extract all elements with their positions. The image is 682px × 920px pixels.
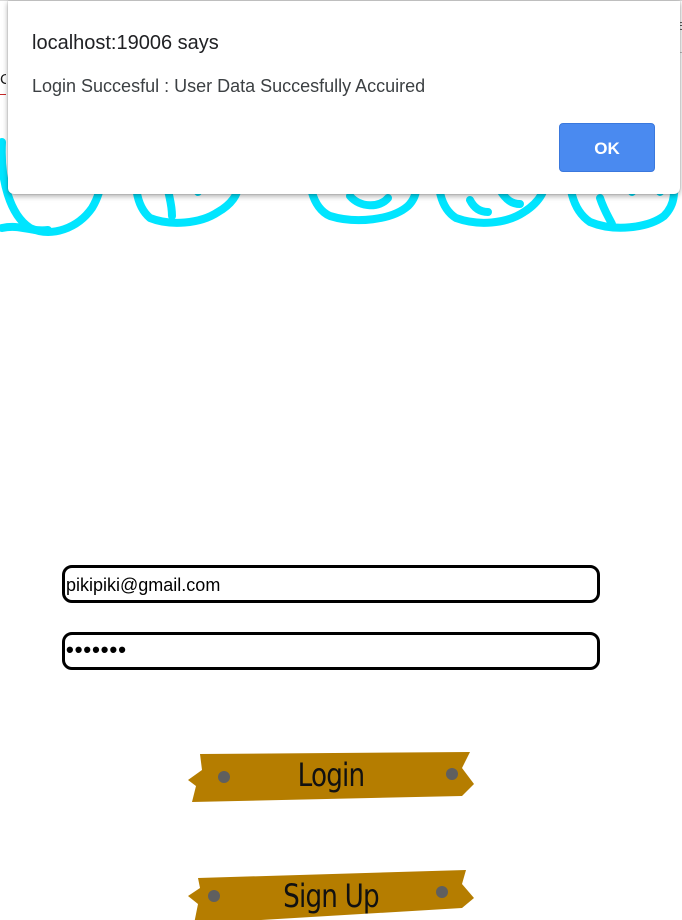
signup-button-label: Sign Up: [283, 877, 380, 915]
login-button[interactable]: Login: [186, 750, 476, 806]
background-link-fragment: CI: [0, 70, 6, 95]
email-field[interactable]: pikipiki@gmail.com: [62, 565, 600, 603]
dialog-title: localhost:19006 says: [32, 32, 219, 54]
app-page: CI e: [0, 0, 682, 920]
signup-button[interactable]: Sign Up: [186, 868, 476, 920]
login-button-label: Login: [297, 756, 366, 794]
password-field-value: •••••••: [66, 637, 127, 662]
ok-button[interactable]: OK: [559, 123, 655, 172]
alert-dialog: localhost:19006 says Login Succesful : U…: [8, 1, 680, 194]
dialog-message: Login Succesful : User Data Succesfully …: [32, 76, 426, 96]
email-field-value: pikipiki@gmail.com: [66, 575, 221, 595]
password-field[interactable]: •••••••: [62, 632, 600, 670]
